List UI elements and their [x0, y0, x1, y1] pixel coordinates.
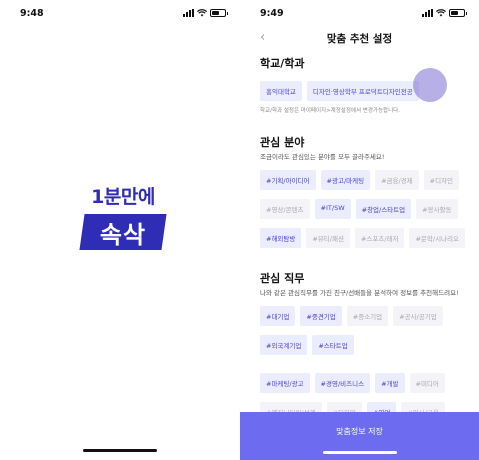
- settings-content: 학교/학과 홍익대학교 디자인·영상학부 프로덕트디자인전공 학교/학과 설정은…: [260, 55, 467, 426]
- tag-chip[interactable]: #해외탐방: [260, 228, 302, 249]
- logo-text-bottom: 속삭: [99, 220, 147, 249]
- battery-icon: [449, 9, 467, 17]
- school-note: 학교/학과 설정은 마이페이지>계정설정에서 변경가능합니다.: [260, 108, 400, 114]
- company-type-chips: #대기업 #중견기업 #중소기업 #공사/공기업 #외국계기업 #스타트업: [260, 306, 467, 359]
- major-chip[interactable]: 디자인·영상학부 프로덕트디자인전공: [306, 81, 419, 101]
- school-chip[interactable]: 홍익대학교: [260, 81, 302, 101]
- save-button[interactable]: 맞춤정보 저장: [240, 412, 479, 460]
- status-time: 9:48: [20, 8, 44, 19]
- tag-chip[interactable]: #대기업: [260, 306, 296, 327]
- interest-section: 관심 분야 조금이라도 관심있는 분야를 모두 골라주세요! #기획/아이디어 #…: [260, 134, 467, 252]
- tag-chip[interactable]: #중소기업: [346, 306, 389, 327]
- tag-chip[interactable]: #기획/아이디어: [260, 170, 316, 191]
- tag-chip[interactable]: #경영/비즈니스: [314, 373, 371, 394]
- signal-icon: [422, 9, 433, 17]
- logo-text-top: 1분만에: [91, 186, 155, 208]
- status-icons: [183, 9, 228, 17]
- battery-icon: [210, 9, 228, 17]
- signal-icon: [183, 9, 194, 17]
- tag-chip[interactable]: #마케팅/광고: [260, 373, 310, 394]
- interest-section-subtitle: 조금이라도 관심있는 분야를 모두 골라주세요!: [260, 153, 385, 161]
- nav-bar: ‹ 맞춤 추천 설정: [240, 28, 479, 48]
- wifi-icon: [436, 9, 446, 17]
- splash-screen: 9:48 1분만에 속삭: [0, 0, 240, 460]
- status-bar: 9:49: [240, 0, 479, 28]
- tag-chip[interactable]: #영상/콘텐츠: [260, 199, 310, 220]
- tag-chip[interactable]: #공사/공기업: [393, 306, 443, 327]
- tag-chip[interactable]: #스타트업: [312, 335, 354, 356]
- save-button-label: 맞춤정보 저장: [336, 427, 383, 436]
- tag-chip[interactable]: #미디어: [409, 373, 445, 394]
- job-section: 관심 직무 나와 같은 관심직무를 가진 친구/선배들을 분석하여 정보를 추천…: [260, 270, 467, 426]
- tag-chip[interactable]: #IT/SW: [314, 199, 351, 220]
- tag-chip[interactable]: #문학/시나리오: [409, 228, 466, 249]
- job-section-subtitle: 나와 같은 관심직무를 가진 친구/선배들을 분석하여 정보를 추천해드려요!: [260, 289, 459, 298]
- wifi-icon: [197, 9, 207, 17]
- home-indicator: [322, 451, 397, 454]
- tag-chip[interactable]: #디자인: [423, 170, 460, 191]
- tag-chip[interactable]: #봉사활동: [416, 199, 458, 220]
- logo-badge: 속삭: [79, 214, 167, 250]
- tag-chip[interactable]: #광고/마케팅: [320, 170, 371, 191]
- status-time: 9:49: [260, 8, 284, 19]
- app-logo: 1분만에 속삭: [68, 182, 178, 250]
- tag-chip[interactable]: #금융/경제: [375, 170, 419, 191]
- touch-indicator: [413, 68, 447, 102]
- interest-chips: #기획/아이디어 #광고/마케팅 #금융/경제 #디자인 #영상/콘텐츠 #IT/SW #창…: [260, 170, 467, 252]
- tag-chip[interactable]: #개발: [375, 373, 405, 394]
- home-indicator: [83, 449, 157, 452]
- tag-chip[interactable]: #뷰티/패션: [306, 228, 350, 249]
- status-icons: [422, 9, 467, 17]
- job-section-title: 관심 직무: [260, 272, 305, 286]
- tag-chip[interactable]: #외국계기업: [260, 335, 308, 356]
- status-bar: 9:48: [0, 0, 240, 28]
- tag-chip[interactable]: #중견기업: [300, 306, 342, 327]
- interest-section-title: 관심 분야: [260, 136, 305, 149]
- tag-chip[interactable]: #창업/스타트업: [355, 199, 412, 220]
- tag-chip[interactable]: #스포츠/레저: [354, 228, 405, 249]
- page-title: 맞춤 추천 설정: [326, 33, 393, 45]
- recommend-settings-screen: 9:49 ‹ 맞춤 추천 설정 학교/학과 홍익대학교 디자인·영상학부 프로덕…: [240, 0, 479, 460]
